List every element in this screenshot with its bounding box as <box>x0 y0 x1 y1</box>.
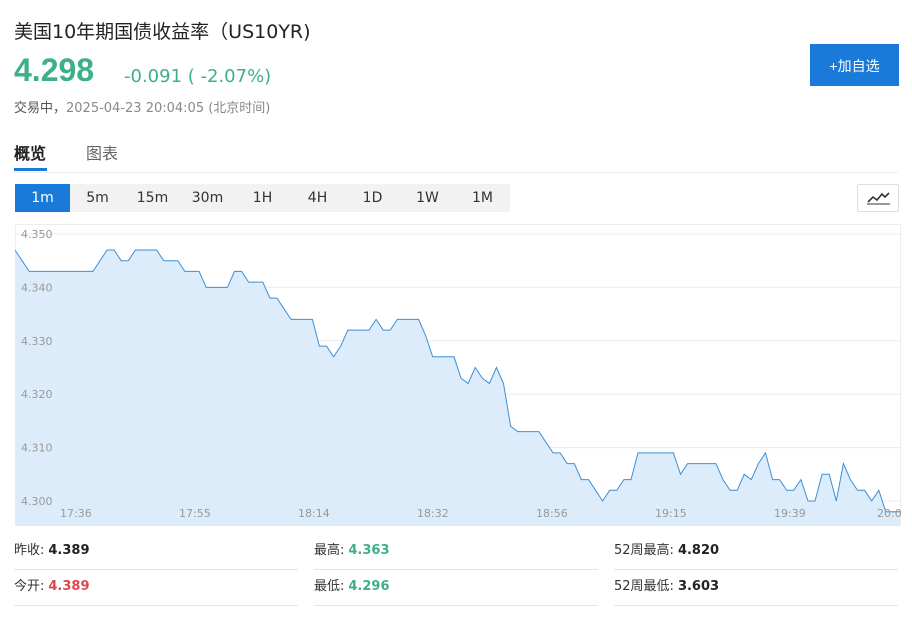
interval-1W[interactable]: 1W <box>400 184 455 212</box>
chart-svg: 4.350 4.340 4.330 4.320 4.310 4.300 17:36 17:55… <box>14 224 902 526</box>
x-tick-label: 18:56 <box>536 507 568 520</box>
x-tick-label: 17:36 <box>60 507 92 520</box>
stat-value: 4.820 <box>677 543 720 558</box>
stat-value: 4.389 <box>48 543 90 558</box>
tab-bar: 概览 图表 <box>14 138 898 173</box>
y-tick-label: 4.340 <box>21 281 53 294</box>
stat-label: 52周最低: <box>614 579 674 594</box>
y-tick-label: 4.300 <box>21 495 53 508</box>
stat-item: 最高: 4.363 <box>314 533 598 570</box>
interval-30m[interactable]: 30m <box>180 184 235 212</box>
y-tick-label: 4.350 <box>21 228 53 241</box>
x-tick-label: 20:0 <box>877 507 901 520</box>
interval-1H[interactable]: 1H <box>235 184 290 212</box>
stat-item: 52周最高: 4.820 <box>614 533 898 570</box>
interval-selector: 1m 5m 15m 30m 1H 4H 1D 1W 1M <box>15 184 510 212</box>
active-tab-indicator <box>14 168 47 171</box>
x-tick-label: 19:39 <box>774 507 806 520</box>
x-tick-label: 18:14 <box>298 507 330 520</box>
yield-chart: 4.350 4.340 4.330 4.320 4.310 4.300 17:36 17:55… <box>14 224 902 530</box>
trading-status: 交易中，2025-04-23 20:04:05 (北京时间) <box>14 97 270 116</box>
interval-1D[interactable]: 1D <box>345 184 400 212</box>
interval-15m[interactable]: 15m <box>125 184 180 212</box>
interval-1m[interactable]: 1m <box>15 184 70 212</box>
current-price: 4.298 <box>14 52 95 88</box>
price-change: -0.091 ( -2.07%) <box>124 66 272 87</box>
stat-label: 今开: <box>14 579 45 594</box>
stat-label: 昨收: <box>14 543 45 558</box>
page-title: 美国10年期国债收益率（US10YR) <box>14 21 311 43</box>
line-chart-icon <box>867 192 890 205</box>
chart-type-button[interactable] <box>857 184 899 212</box>
stat-label: 52周最高: <box>614 543 674 558</box>
stat-item: 最低: 4.296 <box>314 569 598 606</box>
interval-4H[interactable]: 4H <box>290 184 345 212</box>
y-tick-label: 4.320 <box>21 388 53 401</box>
status-label: 交易中， <box>14 101 67 116</box>
tab-chart[interactable]: 图表 <box>86 140 118 164</box>
x-tick-label: 17:55 <box>179 507 211 520</box>
stat-item: 昨收: 4.389 <box>14 533 298 570</box>
y-tick-label: 4.330 <box>21 335 53 348</box>
y-tick-label: 4.310 <box>21 442 53 455</box>
interval-5m[interactable]: 5m <box>70 184 125 212</box>
timestamp: 2025-04-23 20:04:05 (北京时间) <box>66 101 271 116</box>
stat-value: 3.603 <box>677 579 720 594</box>
x-tick-label: 19:15 <box>655 507 687 520</box>
tab-overview[interactable]: 概览 <box>14 140 46 164</box>
stat-value: 4.296 <box>348 579 390 594</box>
interval-1M[interactable]: 1M <box>455 184 510 212</box>
stat-value: 4.363 <box>348 543 390 558</box>
stat-item: 52周最低: 3.603 <box>614 569 898 606</box>
stat-label: 最低: <box>314 579 345 594</box>
stat-item: 今开: 4.389 <box>14 569 298 606</box>
add-watchlist-button[interactable]: +加自选 <box>810 44 899 86</box>
stat-label: 最高: <box>314 543 345 558</box>
stat-value: 4.389 <box>48 579 90 594</box>
x-tick-label: 18:32 <box>417 507 449 520</box>
